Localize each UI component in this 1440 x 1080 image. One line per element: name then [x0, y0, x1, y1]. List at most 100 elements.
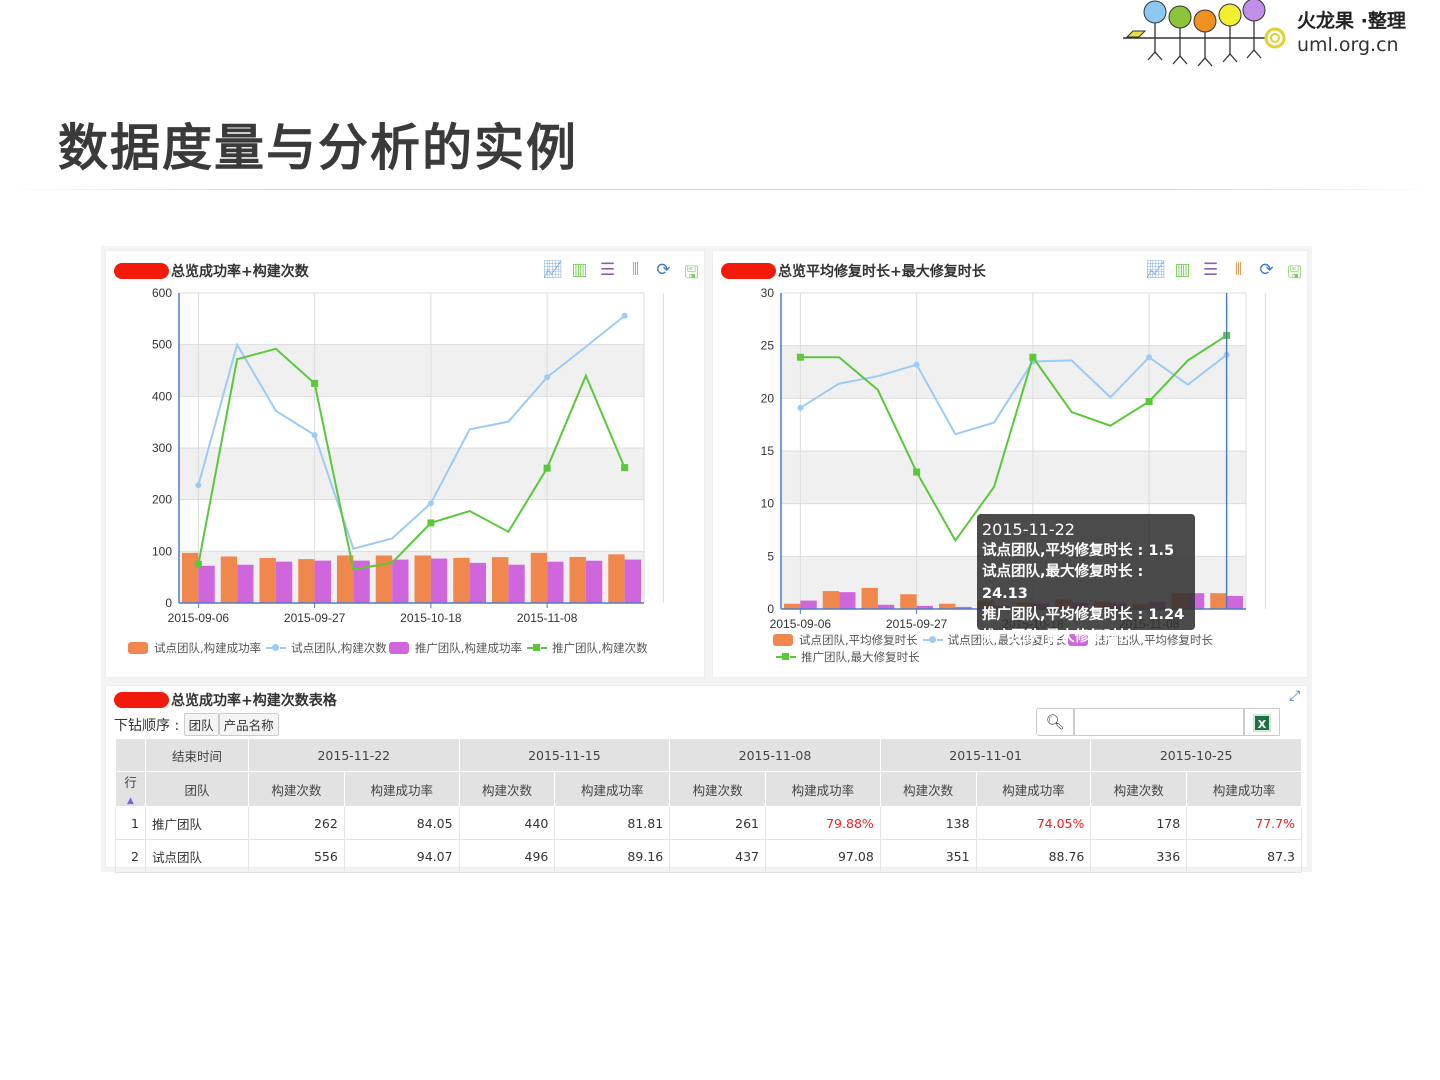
- chart-panel-build: 总览成功率+构建次数 📈︎ ▥ ☰ ⦀ ⟳ 🖫︎ 0 100 200 300 400 500 600 2…: [105, 250, 705, 678]
- table-row[interactable]: 2 试点团队 556 94.07 496 89.16 437 97.08 351 88.76 336…: [115, 839, 1302, 873]
- table-title: 总览成功率+构建次数表格: [114, 690, 337, 710]
- bar: [259, 558, 276, 603]
- legend-bar-swatch: [773, 634, 793, 646]
- sort-icon[interactable]: ▲: [127, 796, 134, 806]
- bar: [624, 559, 641, 603]
- bar: [453, 557, 470, 603]
- drill-button-team[interactable]: 团队: [183, 713, 219, 736]
- data-point: [797, 404, 804, 411]
- header-build-count[interactable]: 构建次数: [1090, 771, 1188, 807]
- x-tick-label: 2015-09-06: [770, 617, 832, 631]
- legend-bar-swatch: [388, 642, 409, 654]
- header-date[interactable]: 2015-11-15: [458, 738, 671, 772]
- legend-item[interactable]: 试点团队,平均修复时长: [771, 633, 918, 647]
- header-row-num[interactable]: 行▲: [115, 771, 146, 807]
- legend-item[interactable]: 推广团队,最大修复时长: [771, 650, 920, 664]
- header-success-rate[interactable]: 构建成功率: [1186, 771, 1302, 807]
- bar: [839, 592, 856, 609]
- y-tick-label: 15: [761, 444, 775, 458]
- legend-item[interactable]: 试点团队,构建次数: [261, 641, 387, 655]
- row-header-label: 行: [124, 775, 137, 790]
- drill-button-product[interactable]: 产品名称: [218, 713, 279, 736]
- legend-item[interactable]: 试点团队,构建成功率: [126, 641, 261, 655]
- y-tick-label: 30: [761, 286, 775, 300]
- bar: [198, 565, 215, 603]
- header-build-count[interactable]: 构建次数: [879, 771, 977, 807]
- build-count-cell: 261: [669, 806, 766, 840]
- bar: [492, 557, 509, 603]
- success-rate-cell: 81.81: [554, 806, 671, 840]
- y-tick-label: 300: [152, 441, 172, 455]
- success-rate-cell: 94.07: [343, 839, 460, 873]
- drill-order: 下钻顺序 : 团队 产品名称: [114, 713, 279, 736]
- y-tick-label: 0: [767, 602, 774, 616]
- title-divider: [0, 189, 1440, 190]
- data-point: [621, 464, 629, 472]
- bar: [861, 587, 878, 609]
- header-date[interactable]: 2015-11-08: [669, 738, 881, 772]
- bar: [900, 594, 917, 609]
- search-icon[interactable]: 🔍︎: [1036, 708, 1074, 736]
- grid-band: [781, 451, 1246, 504]
- grid-band: [179, 344, 644, 397]
- data-point: [311, 379, 319, 387]
- legend-label: 推广团队,最大修复时长: [801, 650, 920, 664]
- header-success-rate[interactable]: 构建成功率: [343, 771, 460, 807]
- bar: [939, 603, 956, 609]
- legend-item[interactable]: 推广团队,构建次数: [522, 641, 648, 655]
- bar: [469, 562, 486, 603]
- table-row[interactable]: 1 推广团队 262 84.05 440 81.81 261 79.88% 138 74.05% 1…: [115, 806, 1302, 840]
- build-count-cell: 262: [248, 806, 345, 840]
- export-excel-button[interactable]: X: [1244, 708, 1280, 736]
- legend-line-swatch: [776, 651, 796, 663]
- team-cell: 推广团队: [145, 806, 249, 840]
- header-build-count[interactable]: 构建次数: [248, 771, 345, 807]
- data-point: [544, 374, 551, 381]
- bar: [800, 600, 817, 609]
- chart-tooltip: 2015-11-22 试点团队,平均修复时长 : 1.5 试点团队,最大修复时长…: [977, 514, 1195, 666]
- table-title-text: 总览成功率+构建次数表格: [171, 693, 337, 709]
- y-tick-label: 600: [152, 286, 172, 300]
- header-date[interactable]: 2015-10-25: [1090, 738, 1302, 772]
- tooltip-line: 试点团队,平均修复时长 : 1.5: [982, 542, 1175, 559]
- success-rate-cell: 77.7%: [1186, 806, 1302, 840]
- data-point: [194, 560, 202, 568]
- data-point: [543, 464, 551, 472]
- success-rate-cell: 74.05%: [975, 806, 1092, 840]
- header-cell: [115, 738, 146, 772]
- header-build-count[interactable]: 构建次数: [669, 771, 766, 807]
- legend-bar-swatch: [128, 642, 148, 654]
- bar: [547, 561, 564, 603]
- bar: [585, 560, 603, 603]
- chart-legend: 试点团队,构建成功率 试点团队,构建次数 推广团队,构建成功率 推广团队,构建次数: [126, 640, 648, 656]
- header-success-rate[interactable]: 构建成功率: [975, 771, 1092, 807]
- tooltip-line: 推广团队,最大修复时长 : 25.97: [982, 628, 1144, 667]
- legend-item[interactable]: 推广团队,构建成功率: [387, 641, 522, 655]
- y-tick-label: 10: [761, 497, 775, 511]
- tooltip-line: 推广团队,平均修复时长 : 1.24: [982, 607, 1185, 623]
- data-point: [913, 468, 921, 476]
- build-count-cell: 496: [458, 839, 556, 873]
- bar: [298, 559, 315, 603]
- table-header-row: 结束时间 2015-11-22 2015-11-15 2015-11-08 2015-1…: [115, 738, 1302, 772]
- search-input[interactable]: [1074, 708, 1244, 736]
- y-tick-label: 25: [761, 339, 775, 353]
- header-end-time: 结束时间: [145, 738, 249, 772]
- fullscreen-icon[interactable]: ⤢: [1289, 688, 1300, 704]
- header-date[interactable]: 2015-11-01: [879, 738, 1092, 772]
- y-tick-label: 20: [761, 391, 775, 405]
- row-number: 1: [115, 806, 146, 840]
- header-build-count[interactable]: 构建次数: [458, 771, 556, 807]
- excel-icon: X: [1253, 714, 1271, 732]
- header-success-rate[interactable]: 构建成功率: [764, 771, 881, 807]
- chart-plot: 0 100 200 300 400 500 600 2015-09-06 2015-09-27 2…: [152, 286, 664, 625]
- legend-label: 试点团队,构建次数: [291, 641, 387, 655]
- build-count-cell: 440: [458, 806, 556, 840]
- data-point: [1029, 353, 1037, 361]
- logo-name: 火龙果 ·整理: [1297, 10, 1406, 32]
- y-tick-label: 400: [152, 389, 172, 403]
- x-tick-label: 2015-11-08: [517, 611, 578, 625]
- legend-label: 试点团队,平均修复时长: [799, 633, 918, 647]
- header-success-rate[interactable]: 构建成功率: [554, 771, 671, 807]
- header-date[interactable]: 2015-11-22: [248, 738, 460, 772]
